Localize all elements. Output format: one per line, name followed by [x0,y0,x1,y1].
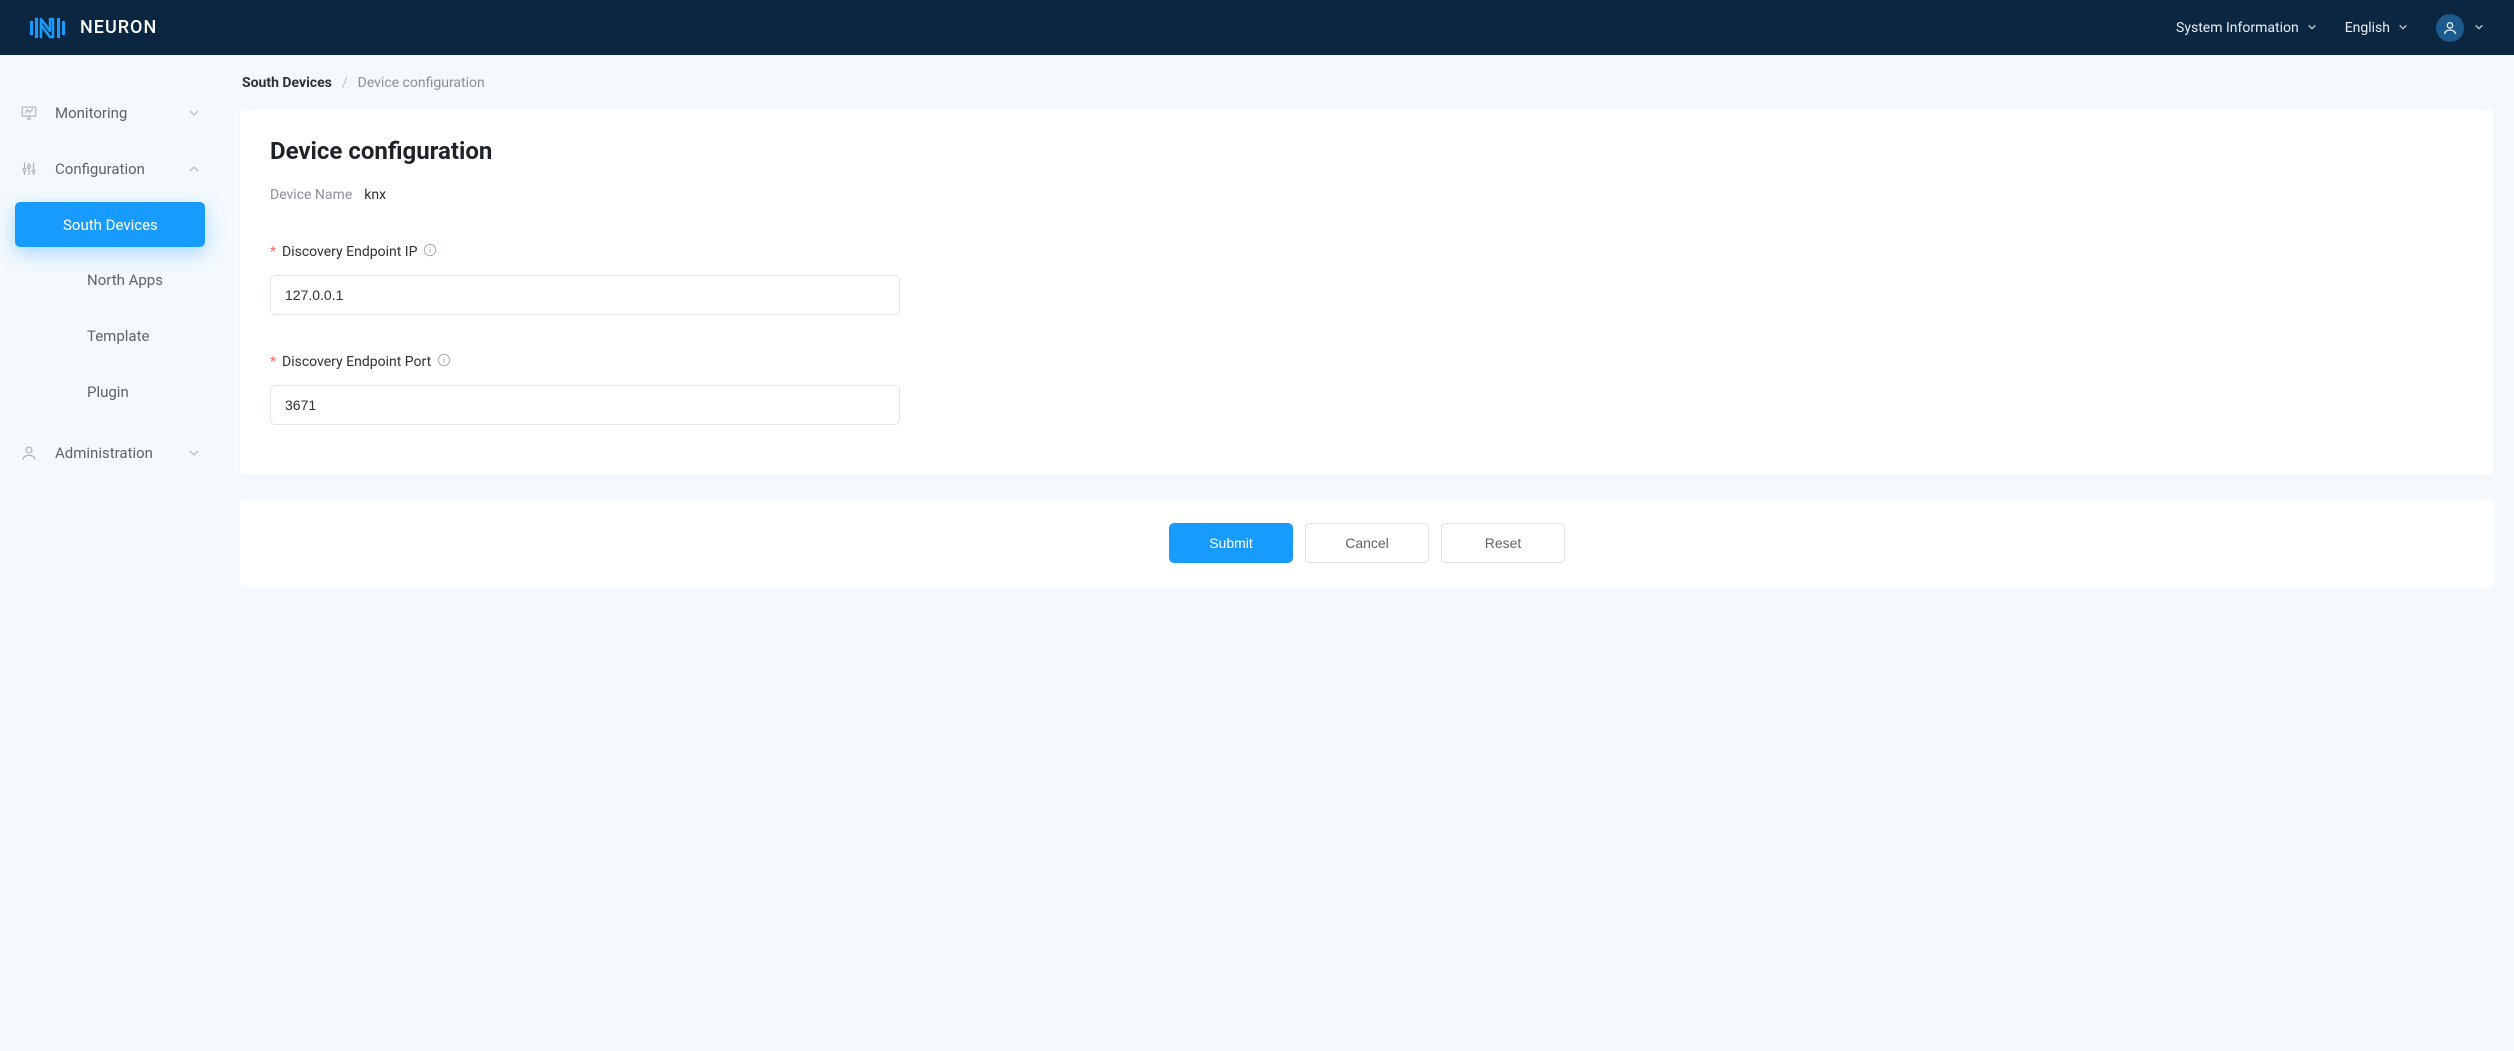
chevron-down-icon [188,447,200,459]
breadcrumb-separator: / [342,75,348,91]
language-label: English [2345,20,2390,36]
device-name-label: Device Name [270,187,352,203]
system-information-label: System Information [2176,20,2299,36]
chevron-down-icon [188,107,200,119]
submit-button[interactable]: Submit [1169,523,1293,563]
device-name-value: knx [364,187,386,203]
sidebar-item-label: North Apps [87,271,163,289]
discovery-endpoint-ip-input[interactable] [270,275,900,315]
device-name-row: Device Name knx [270,187,2464,203]
required-star-icon: * [270,354,276,370]
chevron-down-icon [2398,20,2408,36]
system-information-menu[interactable]: System Information [2176,20,2317,36]
header-right: System Information English [2176,14,2484,42]
sidebar-item-label: Template [87,327,149,345]
breadcrumb-root[interactable]: South Devices [242,75,332,91]
sidebar-item-label: Monitoring [55,104,188,122]
chevron-up-icon [188,163,200,175]
chevron-down-icon [2307,20,2317,36]
sidebar-item-label: Plugin [87,383,129,401]
sidebar-item-plugin[interactable]: Plugin [10,364,210,420]
field-discovery-endpoint-port: * Discovery Endpoint Port [270,353,900,425]
user-menu[interactable] [2436,14,2484,42]
discovery-endpoint-port-input[interactable] [270,385,900,425]
sidebar-item-label: Administration [55,444,188,462]
field-label: Discovery Endpoint IP [282,244,417,260]
field-label-row: * Discovery Endpoint Port [270,353,900,371]
info-icon[interactable] [437,353,451,371]
chevron-down-icon [2474,20,2484,36]
required-star-icon: * [270,244,276,260]
sidebar-item-configuration[interactable]: Configuration [0,141,220,197]
sidebar-item-south-devices[interactable]: South Devices [15,202,205,247]
device-configuration-card: Device configuration Device Name knx * D… [240,109,2494,475]
app-header: NEURON System Information English [0,0,2514,55]
main-content: South Devices / Device configuration Dev… [220,55,2514,1051]
neuron-logo-icon [30,17,70,39]
sidebar-item-label: South Devices [63,216,158,234]
brand-name: NEURON [80,17,157,38]
cancel-button[interactable]: Cancel [1305,523,1429,563]
reset-button[interactable]: Reset [1441,523,1565,563]
sidebar-item-monitoring[interactable]: Monitoring [0,85,220,141]
breadcrumb-current: Device configuration [358,75,485,91]
sidebar-item-label: Configuration [55,160,188,178]
sidebar-item-north-apps[interactable]: North Apps [10,252,210,308]
breadcrumb: South Devices / Device configuration [240,75,2494,91]
field-label-row: * Discovery Endpoint IP [270,243,900,261]
layout: Monitoring Configuration South Devices [0,55,2514,1051]
user-icon [20,444,38,462]
field-label: Discovery Endpoint Port [282,354,431,370]
sidebar: Monitoring Configuration South Devices [0,55,220,1051]
action-bar: Submit Cancel Reset [240,499,2494,587]
configuration-submenu: South Devices North Apps Template Plugin [0,197,220,425]
user-avatar-icon [2436,14,2464,42]
sidebar-item-template[interactable]: Template [10,308,210,364]
logo-area: NEURON [30,17,157,39]
language-menu[interactable]: English [2345,20,2408,36]
info-icon[interactable] [423,243,437,261]
sidebar-item-administration[interactable]: Administration [0,425,220,481]
page-title: Device configuration [270,137,2464,165]
monitoring-icon [20,104,38,122]
field-discovery-endpoint-ip: * Discovery Endpoint IP [270,243,900,315]
sliders-icon [20,160,38,178]
